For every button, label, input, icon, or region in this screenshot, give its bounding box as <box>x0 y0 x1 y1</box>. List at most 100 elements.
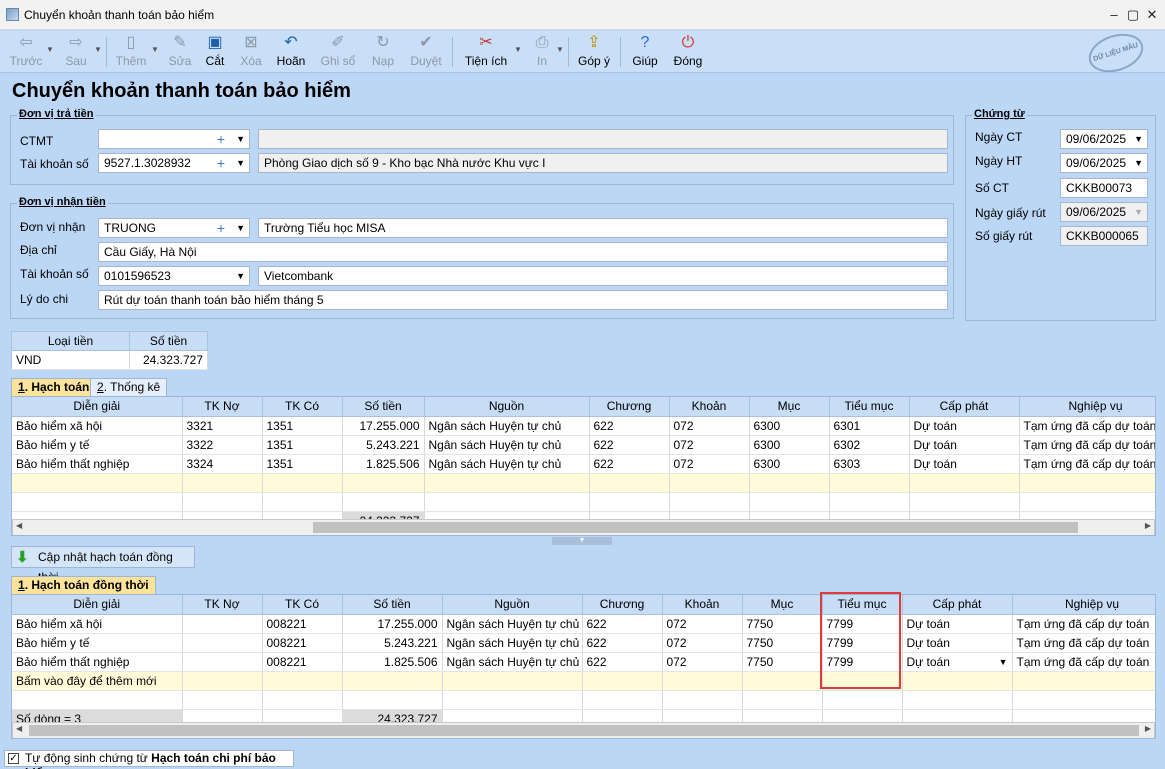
update-concurrent-button[interactable]: ⬇ Cập nhật hạch toán đồng thời <box>11 546 195 584</box>
empty-row[interactable] <box>12 690 1155 710</box>
feedback-button[interactable]: ⇪ Góp ý <box>574 33 614 71</box>
table-cell[interactable]: 1351 <box>262 416 343 436</box>
column-header[interactable]: Nguồn <box>442 595 583 615</box>
table-cell[interactable]: 1351 <box>262 435 343 455</box>
add-dropdown-icon[interactable]: ▼ <box>151 45 159 54</box>
table-cell[interactable] <box>442 671 583 691</box>
table-cell[interactable]: 6303 <box>829 454 910 474</box>
column-header[interactable]: Số tiền <box>342 397 425 417</box>
ctmt-field[interactable]: + ▼ <box>98 129 250 149</box>
table-cell[interactable] <box>902 690 1013 710</box>
table-cell[interactable]: Ngân sách Huyện tự chủ <box>442 652 583 672</box>
address-field[interactable]: Cầu Giấy, Hà Nội <box>98 242 948 262</box>
column-header[interactable]: Cấp phát <box>902 595 1013 615</box>
table-cell[interactable]: 5.243.221 <box>342 435 425 455</box>
currency-amount-cell[interactable]: 24.323.727 <box>129 350 208 370</box>
table-cell[interactable] <box>829 492 910 512</box>
table-cell[interactable]: Tạm ứng đã cấp dự toán <box>1019 454 1155 474</box>
table-cell[interactable]: Tạm ứng đã cấp dự toán <box>1012 652 1155 672</box>
table-cell[interactable] <box>12 690 183 710</box>
table-cell[interactable] <box>342 690 443 710</box>
table-cell[interactable] <box>262 671 343 691</box>
column-header[interactable]: TK Có <box>262 595 343 615</box>
column-header[interactable]: Cấp phát <box>909 397 1020 417</box>
table-row[interactable]: Bảo hiểm y tế 3322 1351 5.243.221 Ngân sách … <box>12 435 1155 455</box>
undo-button[interactable]: ↶ Hoãn <box>272 33 310 71</box>
column-header[interactable]: Chương <box>589 397 670 417</box>
column-header[interactable]: Chương <box>582 595 663 615</box>
help-button[interactable]: ? Giúp <box>626 33 664 71</box>
table-cell[interactable]: 3324 <box>182 454 263 474</box>
payer-account-field[interactable]: 9527.1.3028932 + ▼ <box>98 153 250 173</box>
table-cell[interactable] <box>902 671 1013 691</box>
table-row[interactable]: Bảo hiểm xã hội 3321 1351 17.255.000 Ngân sá… <box>12 416 1155 436</box>
column-header[interactable]: TK Nợ <box>182 595 263 615</box>
table-cell[interactable] <box>829 473 910 493</box>
table-cell[interactable] <box>182 492 263 512</box>
table-cell[interactable] <box>182 614 263 634</box>
table-cell[interactable]: Tạm ứng đã cấp dự toán <box>1012 614 1155 634</box>
table-cell[interactable]: Tạm ứng đã cấp dự toán <box>1019 435 1155 455</box>
scroll-left-icon[interactable]: ◀ <box>16 724 22 733</box>
back-dropdown-icon[interactable]: ▼ <box>46 45 54 54</box>
table-cell[interactable]: Ngân sách Huyện tự chủ <box>442 614 583 634</box>
table-cell[interactable]: Dự toán <box>909 435 1020 455</box>
table-cell[interactable] <box>1012 690 1155 710</box>
table-cell[interactable]: 6302 <box>829 435 910 455</box>
table-cell[interactable] <box>582 671 663 691</box>
table-cell[interactable]: 6301 <box>829 416 910 436</box>
chevron-down-icon[interactable]: ▼ <box>999 653 1008 671</box>
table-cell[interactable]: 072 <box>662 614 743 634</box>
table-cell[interactable] <box>182 671 263 691</box>
column-header[interactable]: Mục <box>742 595 823 615</box>
column-header[interactable]: Nghiệp vụ <box>1012 595 1155 615</box>
table-cell[interactable]: 3321 <box>182 416 263 436</box>
scroll-right-icon[interactable]: ▶ <box>1145 724 1151 733</box>
table-cell[interactable]: 072 <box>669 416 750 436</box>
table-cell[interactable]: Bảo hiểm thất nghiệp <box>12 454 183 474</box>
table-row[interactable]: Bảo hiểm thất nghiệp 008221 1.825.506 Ngân … <box>12 652 1155 672</box>
table-cell[interactable]: 622 <box>582 652 663 672</box>
table-cell[interactable]: Dự toán <box>909 416 1020 436</box>
tab-hach-toan[interactable]: 1. Hạch toán <box>11 378 97 396</box>
table-cell[interactable]: 072 <box>669 454 750 474</box>
table-cell[interactable] <box>1012 671 1155 691</box>
column-header[interactable]: TK Có <box>262 397 343 417</box>
table-cell[interactable] <box>424 492 590 512</box>
add-icon[interactable]: + <box>217 154 225 172</box>
table-cell[interactable] <box>669 473 750 493</box>
table-cell[interactable] <box>1019 492 1155 512</box>
table-cell[interactable] <box>424 473 590 493</box>
table-cell[interactable]: Bảo hiểm y tế <box>12 633 183 653</box>
table-cell[interactable] <box>342 492 425 512</box>
table-cell[interactable] <box>342 473 425 493</box>
table-cell[interactable]: Ngân sách Huyện tự chủ <box>442 633 583 653</box>
column-header[interactable]: Nghiệp vụ <box>1019 397 1155 417</box>
so-ct-field[interactable]: CKKB00073 <box>1060 178 1148 198</box>
table-cell[interactable]: 7750 <box>742 633 823 653</box>
tab-thong-ke[interactable]: 2. Thống kê <box>90 378 168 396</box>
table-cell[interactable] <box>342 671 443 691</box>
table-cell[interactable]: 5.243.221 <box>342 633 443 653</box>
next-button[interactable]: ⇨ Sau <box>58 33 94 71</box>
splitter-handle[interactable]: ▼ <box>552 537 612 545</box>
chevron-down-icon[interactable]: ▼ <box>1134 130 1143 148</box>
column-header[interactable]: Mục <box>749 397 830 417</box>
table-row[interactable]: Bảo hiểm thất nghiệp 3324 1351 1.825.506 Ngâ… <box>12 454 1155 474</box>
scroll-right-icon[interactable]: ▶ <box>1145 521 1151 530</box>
add-new-row[interactable]: Bấm vào đây để thêm mới <box>12 671 1155 691</box>
table-cell[interactable]: 6300 <box>749 416 830 436</box>
scroll-left-icon[interactable]: ◀ <box>16 521 22 530</box>
table-cell[interactable]: Bảo hiểm y tế <box>12 435 183 455</box>
minimize-icon[interactable]: – <box>1106 7 1122 23</box>
table-cell[interactable]: 6300 <box>749 454 830 474</box>
table-cell[interactable]: 1351 <box>262 454 343 474</box>
table-cell[interactable]: 7750 <box>742 652 823 672</box>
table-cell[interactable] <box>749 473 830 493</box>
table-cell[interactable] <box>12 473 183 493</box>
table-cell[interactable]: Bảo hiểm thất nghiệp <box>12 652 183 672</box>
column-header[interactable]: Khoản <box>662 595 743 615</box>
scroll-thumb[interactable] <box>29 725 1139 736</box>
tab-hach-toan-dong-thoi[interactable]: 1. Hạch toán đồng thời <box>11 576 156 594</box>
print-button[interactable]: ⎙ In <box>528 33 556 71</box>
